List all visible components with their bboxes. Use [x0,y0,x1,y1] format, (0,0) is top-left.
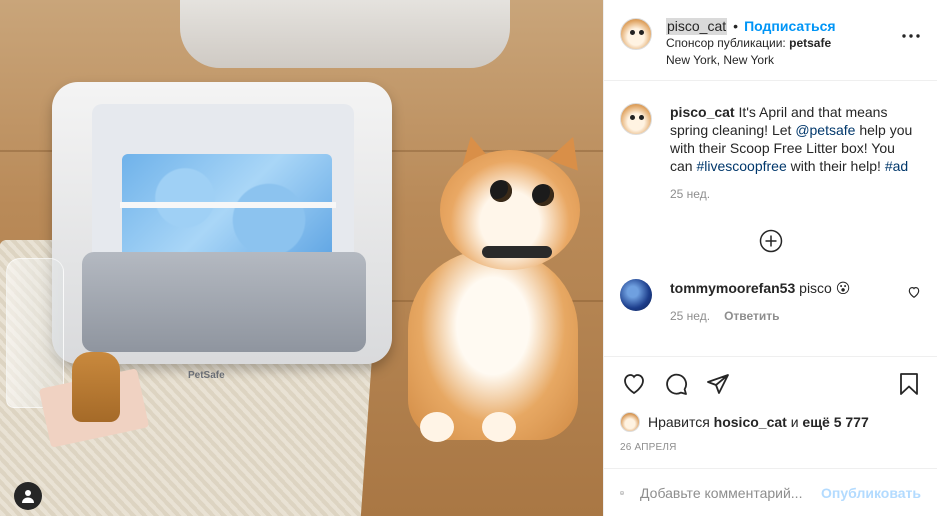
like-button[interactable] [620,370,648,398]
comment-author[interactable]: tommymoorefan53 [670,280,795,296]
pet-bed [180,0,510,68]
more-horizontal-icon [902,34,920,38]
plus-circle-icon[interactable] [759,229,783,253]
tagged-users-icon[interactable] [14,482,42,510]
scrub-brush [72,352,120,422]
sponsor-line: Спонсор публикации: petsafe [666,35,899,52]
add-comment-form: Опубликовать [604,468,937,516]
action-bar [604,356,937,410]
header-line: pisco_cat • Подписаться [666,18,899,35]
caption-text-part: with their help! [786,158,885,174]
caption: pisco_cat It's April and that means spri… [620,103,921,203]
emoji-icon[interactable] [620,480,624,506]
caption-body: pisco_cat It's April and that means spri… [670,103,921,203]
liker-username[interactable]: hosico_cat [714,414,787,430]
caption-text: pisco_cat It's April and that means spri… [670,103,921,175]
author-avatar[interactable] [620,18,652,50]
likes-text: Нравится hosico_cat и ещё 5 777 [648,414,869,430]
share-button[interactable] [704,370,732,398]
sponsor-name[interactable]: petsafe [789,36,831,50]
hashtag-link[interactable]: #livescoopfree [696,158,786,174]
follow-button[interactable]: Подписаться [744,18,836,35]
cat-paw [420,412,454,442]
caption-author-avatar[interactable] [620,103,652,135]
litter-box: PetSafe [52,82,392,381]
caption-author[interactable]: pisco_cat [670,104,735,120]
hashtag-link[interactable]: #ad [885,158,908,174]
bookmark-icon [900,372,918,395]
litter-box-cover [82,252,366,352]
separator-dot: • [733,18,739,34]
post-side-panel: pisco_cat • Подписаться Спонсор публикац… [603,0,937,516]
comment-button[interactable] [662,370,690,398]
heart-icon [624,373,644,394]
likes-prefix: Нравится [648,414,714,430]
mention-link[interactable]: @petsafe [795,122,855,138]
reply-button[interactable]: Ответить [724,309,779,323]
post-photo[interactable]: PetSafe [0,0,603,516]
publish-button[interactable]: Опубликовать [821,485,921,501]
likes-count-link[interactable]: ещё 5 777 [802,414,868,430]
comment-time[interactable]: 25 нед. [670,309,710,323]
commenter-avatar[interactable] [620,279,652,311]
post-header: pisco_cat • Подписаться Спонсор публикац… [604,0,937,81]
comment-icon [666,373,687,395]
caption-time[interactable]: 25 нед. [670,185,921,203]
save-button[interactable] [895,370,923,398]
comment-text: pisco 😮 [799,280,851,296]
comment-item: tommymoorefan53 pisco 😮 25 нед. Ответить [620,279,921,325]
paper-plane-icon [707,373,729,394]
litter-crystals [122,154,332,264]
cat-eye [532,184,554,206]
post-dialog: PetSafe pisco_cat • Подписаться Спонсор … [0,0,937,516]
user-icon [22,490,34,503]
comment-meta: 25 нед. Ответить [670,307,907,325]
post-date[interactable]: 26 АПРЕЛЯ [604,434,937,468]
litter-rake [120,202,336,208]
cat-eye [490,180,512,202]
cat [398,131,598,450]
liker-avatar[interactable] [620,412,640,432]
comment-input[interactable] [640,484,822,501]
likes-middle: и [786,414,803,430]
comment-body: tommymoorefan53 pisco 😮 25 нед. Ответить [670,279,907,325]
comments-section: pisco_cat It's April and that means spri… [604,81,937,356]
sponsor-prefix: Спонсор публикации: [666,36,786,50]
cat-collar [482,246,552,258]
header-text: pisco_cat • Подписаться Спонсор публикац… [666,18,899,69]
like-comment-heart-icon[interactable] [907,285,921,299]
location-link[interactable]: New York, New York [666,52,899,69]
author-username[interactable]: pisco_cat [666,18,728,35]
comment-text-line: tommymoorefan53 pisco 😮 [670,279,907,297]
cat-paw [482,412,516,442]
more-options-button[interactable] [899,24,923,48]
brand-label: PetSafe [188,370,225,381]
likes-row: Нравится hosico_cat и ещё 5 777 [604,410,937,434]
